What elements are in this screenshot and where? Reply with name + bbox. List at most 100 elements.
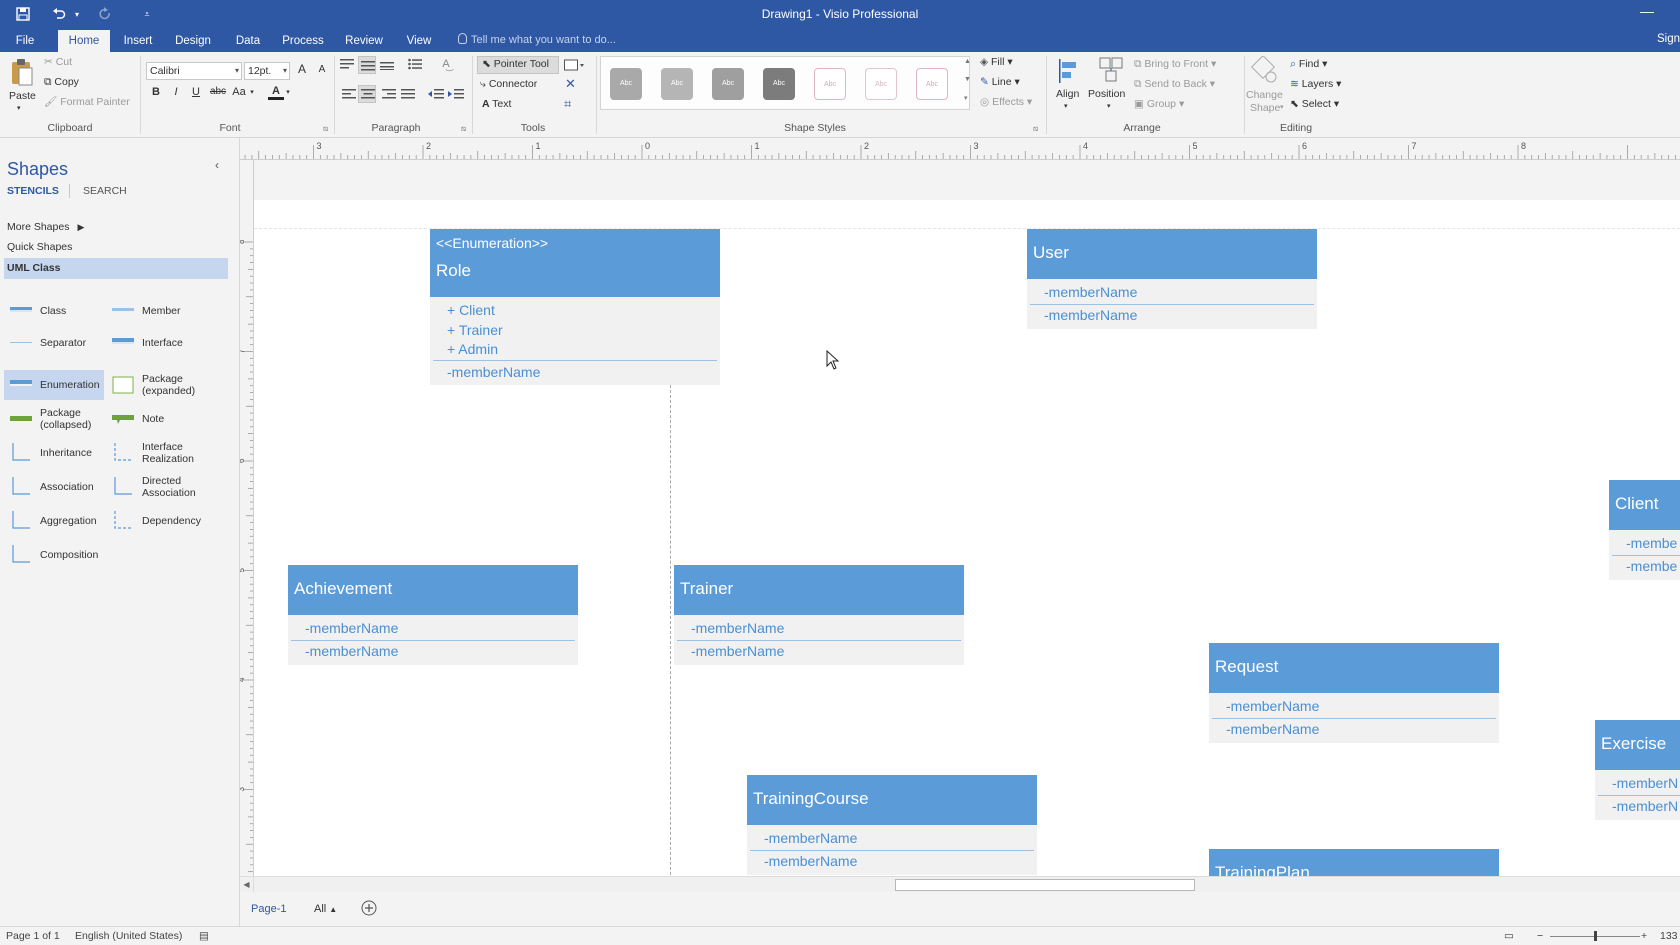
scroll-left-icon[interactable]: ◀ (240, 877, 254, 892)
style-swatch[interactable]: Abc (661, 68, 693, 100)
stencil-package-collapsed[interactable]: Package (collapsed) (4, 404, 104, 434)
uml-class-trainer[interactable]: Trainer -memberName -memberName (674, 565, 964, 665)
tab-review[interactable]: Review (338, 30, 390, 52)
language-indicator[interactable]: English (United States) (75, 930, 182, 942)
align-button-label[interactable]: Align (1056, 88, 1079, 100)
member-name[interactable]: -membe (1626, 535, 1677, 551)
rotate-text-icon[interactable]: A͜ (438, 58, 454, 70)
chevron-down-icon[interactable]: ▾ (248, 88, 256, 96)
align-middle-icon[interactable] (358, 56, 376, 74)
crop-icon[interactable]: ⌗ (564, 96, 571, 112)
paste-icon[interactable] (10, 58, 34, 91)
drawing-canvas[interactable]: <<Enumeration>> Role + Client + Trainer … (254, 200, 1680, 876)
italic-button[interactable]: I (168, 86, 184, 98)
change-shape-label-2[interactable]: Shape (1250, 102, 1280, 114)
uml-class-stencil[interactable]: UML Class (7, 262, 61, 274)
member-name[interactable]: -memberName (764, 830, 857, 846)
macro-record-icon[interactable]: ▤ (199, 930, 209, 942)
collapse-pane-icon[interactable]: ‹ (215, 158, 219, 172)
page-tab-page-1[interactable]: Page-1 (251, 903, 286, 915)
stencil-composition[interactable]: Composition (4, 540, 104, 570)
layers-button[interactable]: ≋ Layers ▾ (1290, 78, 1341, 90)
stencil-member[interactable]: Member (106, 296, 226, 326)
uml-class-training-course[interactable]: TrainingCourse -memberName -memberName (747, 775, 1037, 875)
pointer-tool-button[interactable]: ⬉ Pointer Tool (482, 58, 549, 70)
decrease-indent-icon[interactable] (428, 88, 444, 103)
all-pages-button[interactable]: All ▲ (314, 903, 337, 915)
group-button[interactable]: ▣ Group ▾ (1134, 98, 1184, 110)
enum-literal[interactable]: + Trainer (447, 322, 503, 338)
class-name[interactable]: Achievement (294, 579, 392, 599)
change-case-button[interactable]: Aa (229, 86, 249, 98)
member-name[interactable]: -memberN (1612, 798, 1678, 814)
member-name[interactable]: -memberN (1612, 775, 1678, 791)
cut-button[interactable]: ✂ Cut (44, 56, 72, 68)
class-name[interactable]: Client (1615, 494, 1658, 514)
gallery-scroll-down-icon[interactable]: ▼ (964, 76, 971, 83)
uml-class-training-plan[interactable]: TrainingPlan (1209, 849, 1499, 876)
line-button[interactable]: ✎ Line ▾ (980, 76, 1020, 88)
zoom-slider-thumb[interactable] (1594, 931, 1597, 941)
position-button-label[interactable]: Position (1088, 88, 1125, 100)
align-center-icon[interactable] (358, 85, 376, 103)
paste-dropdown-icon[interactable]: ▾ (17, 104, 21, 112)
zoom-level[interactable]: 133 (1660, 930, 1678, 942)
format-painter-button[interactable]: 🖌 Format Painter (44, 95, 130, 108)
stencil-inheritance[interactable]: Inheritance (4, 438, 104, 468)
tab-insert[interactable]: Insert (117, 30, 159, 52)
position-icon[interactable] (1098, 56, 1124, 87)
stencil-interface-realization[interactable]: Interface Realization (106, 438, 226, 468)
horizontal-scrollbar[interactable]: ◀ (240, 876, 1680, 892)
tell-me-search[interactable]: Tell me what you want to do... (458, 33, 616, 46)
uml-class-exercise[interactable]: Exercise -memberN -memberN (1595, 720, 1680, 820)
style-swatch[interactable]: Abc (610, 68, 642, 100)
select-button[interactable]: ⬉ Select ▾ (1290, 98, 1339, 110)
member-name[interactable]: -memberName (305, 643, 398, 659)
member-name[interactable]: -memberName (305, 620, 398, 636)
dialog-launcher-icon[interactable]: ⧅ (1033, 124, 1038, 134)
align-top-icon[interactable] (340, 58, 354, 73)
stencil-note[interactable]: Note (106, 404, 226, 434)
copy-button[interactable]: ⧉ Copy (44, 76, 79, 89)
member-name[interactable]: -memberName (1044, 284, 1137, 300)
style-swatch[interactable]: Abc (916, 68, 948, 100)
align-left-icon[interactable] (342, 88, 356, 103)
style-swatch[interactable]: Abc (712, 68, 744, 100)
member-name[interactable]: -memberName (1226, 721, 1319, 737)
stencil-enumeration[interactable]: Enumeration (4, 370, 104, 400)
zoom-in-button[interactable]: + (1641, 930, 1647, 942)
effects-button[interactable]: ◎ Effects ▾ (980, 96, 1032, 108)
align-bottom-icon[interactable] (380, 58, 394, 73)
dashed-connector[interactable] (670, 385, 671, 876)
chevron-down-icon[interactable]: ▾ (1280, 103, 1284, 111)
fill-button[interactable]: ◈ Fill ▾ (980, 56, 1013, 68)
stencil-aggregation[interactable]: Aggregation (4, 506, 104, 536)
stencil-dependency[interactable]: Dependency (106, 506, 226, 536)
member-name[interactable]: -memberName (1226, 698, 1319, 714)
class-name[interactable]: Exercise (1601, 734, 1666, 754)
member-name[interactable]: -memberName (691, 643, 784, 659)
member-name[interactable]: -memberName (691, 620, 784, 636)
stencil-association[interactable]: Association (4, 472, 104, 502)
class-name[interactable]: Trainer (680, 579, 733, 599)
member-name[interactable]: -memberName (1044, 307, 1137, 323)
minimize-button[interactable]: — (1640, 3, 1654, 19)
increase-indent-icon[interactable] (448, 88, 464, 103)
uml-class-user[interactable]: User -memberName -memberName (1027, 229, 1317, 329)
tab-process[interactable]: Process (278, 30, 328, 52)
uml-class-request[interactable]: Request -memberName -memberName (1209, 643, 1499, 743)
font-size-combo[interactable]: 12pt. ▾ (244, 62, 290, 80)
class-name[interactable]: Request (1215, 657, 1278, 677)
font-color-button[interactable]: A (268, 85, 284, 100)
find-button[interactable]: ⌕ Find ▾ (1290, 58, 1327, 71)
uml-enum-role[interactable]: <<Enumeration>> Role + Client + Trainer … (430, 229, 720, 385)
class-name[interactable]: TrainingPlan (1215, 863, 1310, 876)
tab-design[interactable]: Design (170, 30, 216, 52)
chevron-down-icon[interactable]: ▾ (1064, 102, 1068, 110)
font-name-combo[interactable]: Calibri ▾ (146, 62, 242, 80)
bring-to-front-button[interactable]: ⧉ Bring to Front ▾ (1134, 58, 1216, 71)
more-shapes-link[interactable]: More Shapes ▶ (7, 221, 84, 233)
chevron-down-icon[interactable]: ▾ (1107, 102, 1111, 110)
fit-page-icon[interactable]: ▭ (1504, 930, 1514, 942)
tab-stencils[interactable]: STENCILS (7, 185, 59, 197)
